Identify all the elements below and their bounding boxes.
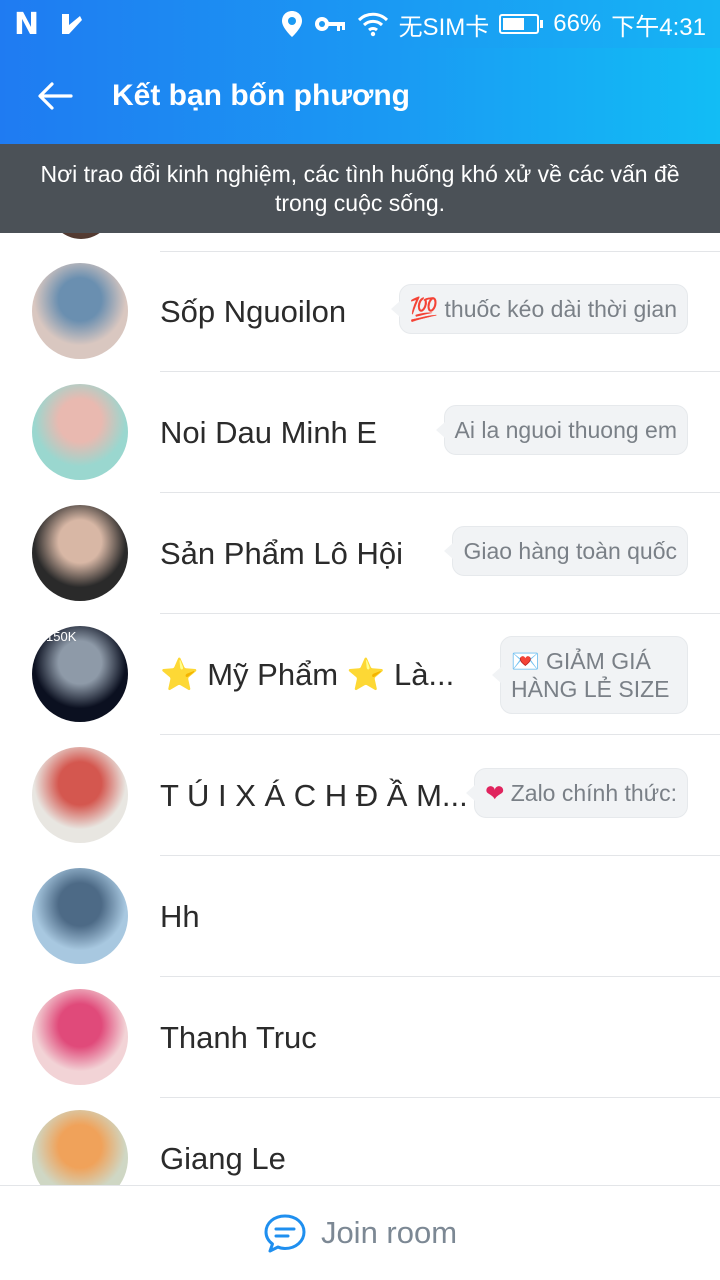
status-bubble: ❤ Zalo chính thức: — [466, 768, 688, 818]
list-item[interactable]: Giang Le — [0, 1098, 720, 1185]
list-item[interactable]: 150K ⭐ Mỹ Phẩm ⭐ Là... 💌 GIẢM GIÁ HÀNG LẺ … — [0, 614, 720, 735]
battery-icon — [499, 14, 544, 34]
member-name: T Ú I X Á C H Đ Ầ M... — [160, 777, 468, 813]
status-text: Giao hàng toàn quốc — [463, 538, 677, 564]
list-item-partial — [0, 233, 720, 252]
list-item[interactable]: T Ú I X Á C H Đ Ầ M... ❤ Zalo chính thức: — [0, 735, 720, 856]
status-emoji: 💌 — [511, 648, 540, 674]
location-icon — [281, 11, 302, 37]
key-icon — [314, 17, 345, 31]
member-name: Noi Dau Minh E — [160, 414, 378, 450]
join-room-button[interactable]: Join room — [0, 1185, 720, 1280]
clock: 下午4:31 — [611, 13, 706, 41]
avatar — [46, 233, 116, 239]
avatar[interactable] — [32, 747, 128, 843]
check-notification-icon — [62, 14, 83, 34]
n-notification-icon: N — [14, 6, 39, 42]
status-bubble: 💌 GIẢM GIÁ HÀNG LẺ SIZE — [492, 636, 688, 714]
wifi-icon — [357, 12, 388, 37]
member-name: Hh — [160, 898, 200, 934]
member-name: Giang Le — [160, 1140, 286, 1176]
status-bubble: 💯 thuốc kéo dài thời gian — [390, 284, 688, 334]
status-bubble: Giao hàng toàn quốc — [444, 526, 688, 576]
avatar[interactable] — [32, 505, 128, 601]
member-list[interactable]: Sốp Nguoilon 💯 thuốc kéo dài thời gian Noi… — [0, 233, 720, 1185]
member-name: Thanh Truc — [160, 1019, 317, 1055]
avatar[interactable] — [32, 263, 128, 359]
list-item[interactable]: Sốp Nguoilon 💯 thuốc kéo dài thời gian — [0, 251, 720, 372]
avatar[interactable]: 150K — [32, 626, 128, 722]
list-item[interactable]: Thanh Truc — [0, 977, 720, 1098]
member-name: Sốp Nguoilon — [160, 293, 347, 329]
member-name: ⭐ Mỹ Phẩm ⭐ Là... — [160, 657, 455, 692]
battery-percent: 66% — [553, 10, 602, 37]
arrow-left-icon — [38, 82, 73, 110]
list-item[interactable]: Hh — [0, 856, 720, 977]
list-item[interactable]: Noi Dau Minh E Ai la nguoi thuong em — [0, 372, 720, 493]
status-emoji: ❤ — [485, 780, 505, 806]
status-text: thuốc kéo dài thời gian — [444, 296, 677, 322]
chat-bubble-icon — [264, 1214, 306, 1253]
app-bar: Kết bạn bốn phương — [0, 48, 720, 144]
list-item[interactable]: Sản Phẩm Lô Hội Giao hàng toàn quốc — [0, 493, 720, 614]
back-button[interactable] — [0, 48, 110, 144]
sim-status: 无SIM卡 — [398, 13, 490, 41]
status-emoji: 💯 — [409, 296, 439, 322]
avatar-caption: 150K — [46, 629, 77, 644]
avatar[interactable] — [32, 989, 128, 1085]
avatar[interactable] — [32, 384, 128, 480]
page-title: Kết bạn bốn phương — [112, 79, 411, 112]
member-name: Sản Phẩm Lô Hội — [160, 535, 403, 571]
status-bubble: Ai la nguoi thuong em — [435, 405, 688, 455]
join-room-label: Join room — [320, 1215, 458, 1250]
status-text: Ai la nguoi thuong em — [454, 417, 678, 443]
status-text: Zalo chính thức: — [510, 780, 677, 806]
avatar[interactable] — [32, 868, 128, 964]
avatar[interactable] — [32, 1110, 128, 1185]
status-bar: N 无SIM卡 66% 下午4:31 — [0, 0, 720, 48]
room-description: Nơi trao đổi kinh nghiệm, các tình huống… — [0, 144, 720, 233]
